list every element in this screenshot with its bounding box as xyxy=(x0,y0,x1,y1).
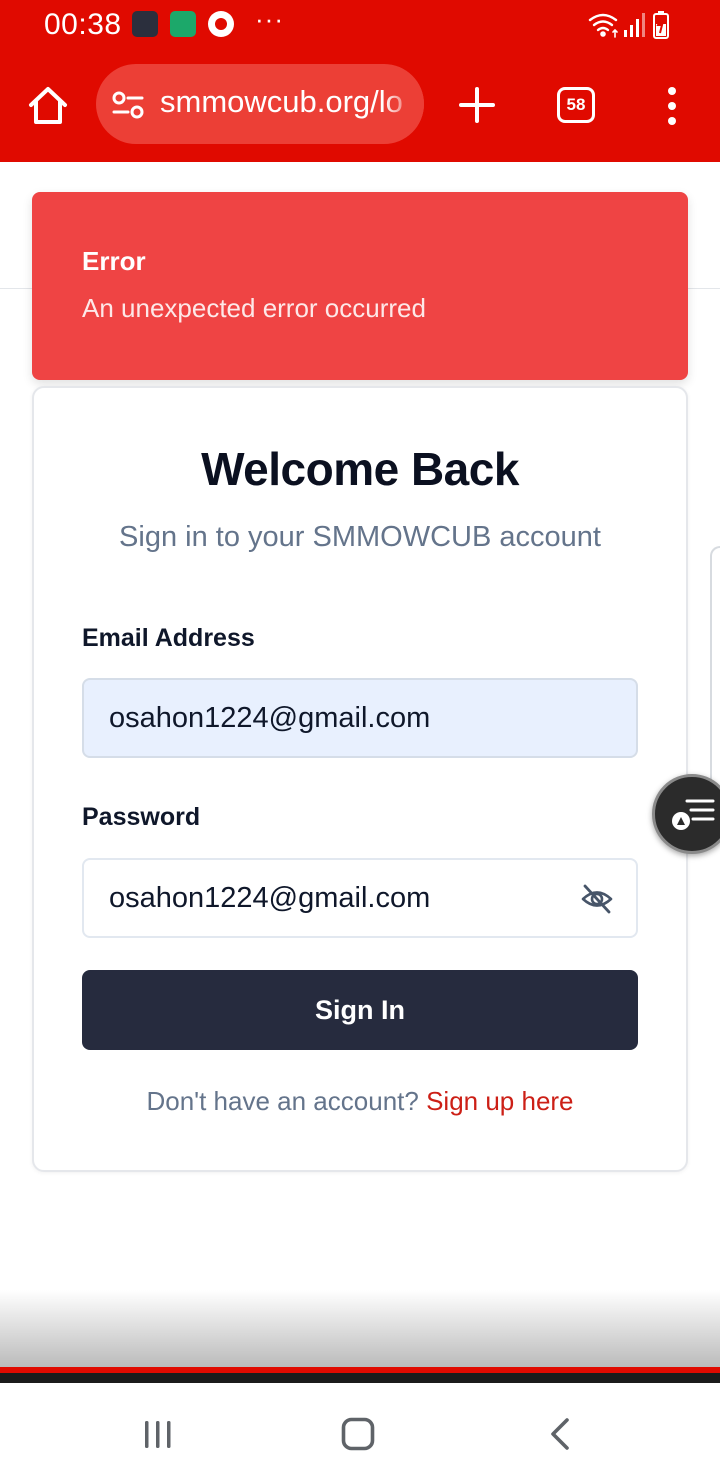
recents-icon[interactable] xyxy=(142,1418,174,1450)
side-panel-handle[interactable] xyxy=(710,546,720,806)
signup-prompt: Don't have an account? xyxy=(146,1086,419,1116)
status-time: 00:38 xyxy=(44,8,122,41)
password-field[interactable] xyxy=(82,858,638,938)
bottom-divider xyxy=(0,1373,720,1383)
chrome-notification-icon xyxy=(208,11,234,37)
url-text[interactable]: smmowcub.org/lo xyxy=(160,84,403,120)
address-bar[interactable]: smmowcub.org/lo xyxy=(96,64,424,144)
home-icon[interactable] xyxy=(26,84,70,128)
site-settings-icon[interactable] xyxy=(112,90,144,120)
signup-prompt-row: Don't have an account? Sign up here xyxy=(34,1086,686,1117)
error-title: Error xyxy=(82,246,146,276)
signup-link[interactable]: Sign up here xyxy=(426,1086,573,1116)
back-icon[interactable] xyxy=(548,1417,572,1451)
password-label: Password xyxy=(82,803,201,831)
list-filter-icon xyxy=(672,799,715,830)
more-menu-icon[interactable] xyxy=(662,86,682,126)
browser-toolbar: smmowcub.org/lo 58 xyxy=(0,52,720,162)
new-tab-icon[interactable] xyxy=(458,86,496,124)
more-notifications-indicator: ··· xyxy=(255,4,284,34)
error-message: An unexpected error occurred xyxy=(82,293,426,323)
tab-switcher-button[interactable]: 58 xyxy=(557,87,595,123)
url-fade xyxy=(384,64,424,144)
game-notification-icon xyxy=(170,11,196,37)
page-title: Welcome Back xyxy=(201,443,519,495)
sign-in-button[interactable]: Sign In xyxy=(82,970,638,1050)
battery-charging-icon xyxy=(653,11,669,39)
status-indicators xyxy=(588,10,680,40)
eye-off-icon[interactable] xyxy=(580,882,614,916)
email-field[interactable] xyxy=(82,678,638,758)
app-notification-icon xyxy=(132,11,158,37)
signal-icon xyxy=(624,13,645,37)
page-subtitle: Sign in to your SMMOWCUB account xyxy=(119,521,601,553)
home-nav-icon[interactable] xyxy=(341,1417,375,1451)
wifi-icon xyxy=(588,13,618,38)
system-navigation-bar xyxy=(0,1383,720,1480)
error-toast[interactable]: Error An unexpected error occurred xyxy=(32,192,688,380)
status-bar: 00:38 ··· xyxy=(0,0,720,52)
email-label: Email Address xyxy=(82,624,255,652)
login-card: Welcome Back Sign in to your SMMOWCUB ac… xyxy=(32,386,688,1172)
bottom-shadow xyxy=(0,1290,720,1370)
